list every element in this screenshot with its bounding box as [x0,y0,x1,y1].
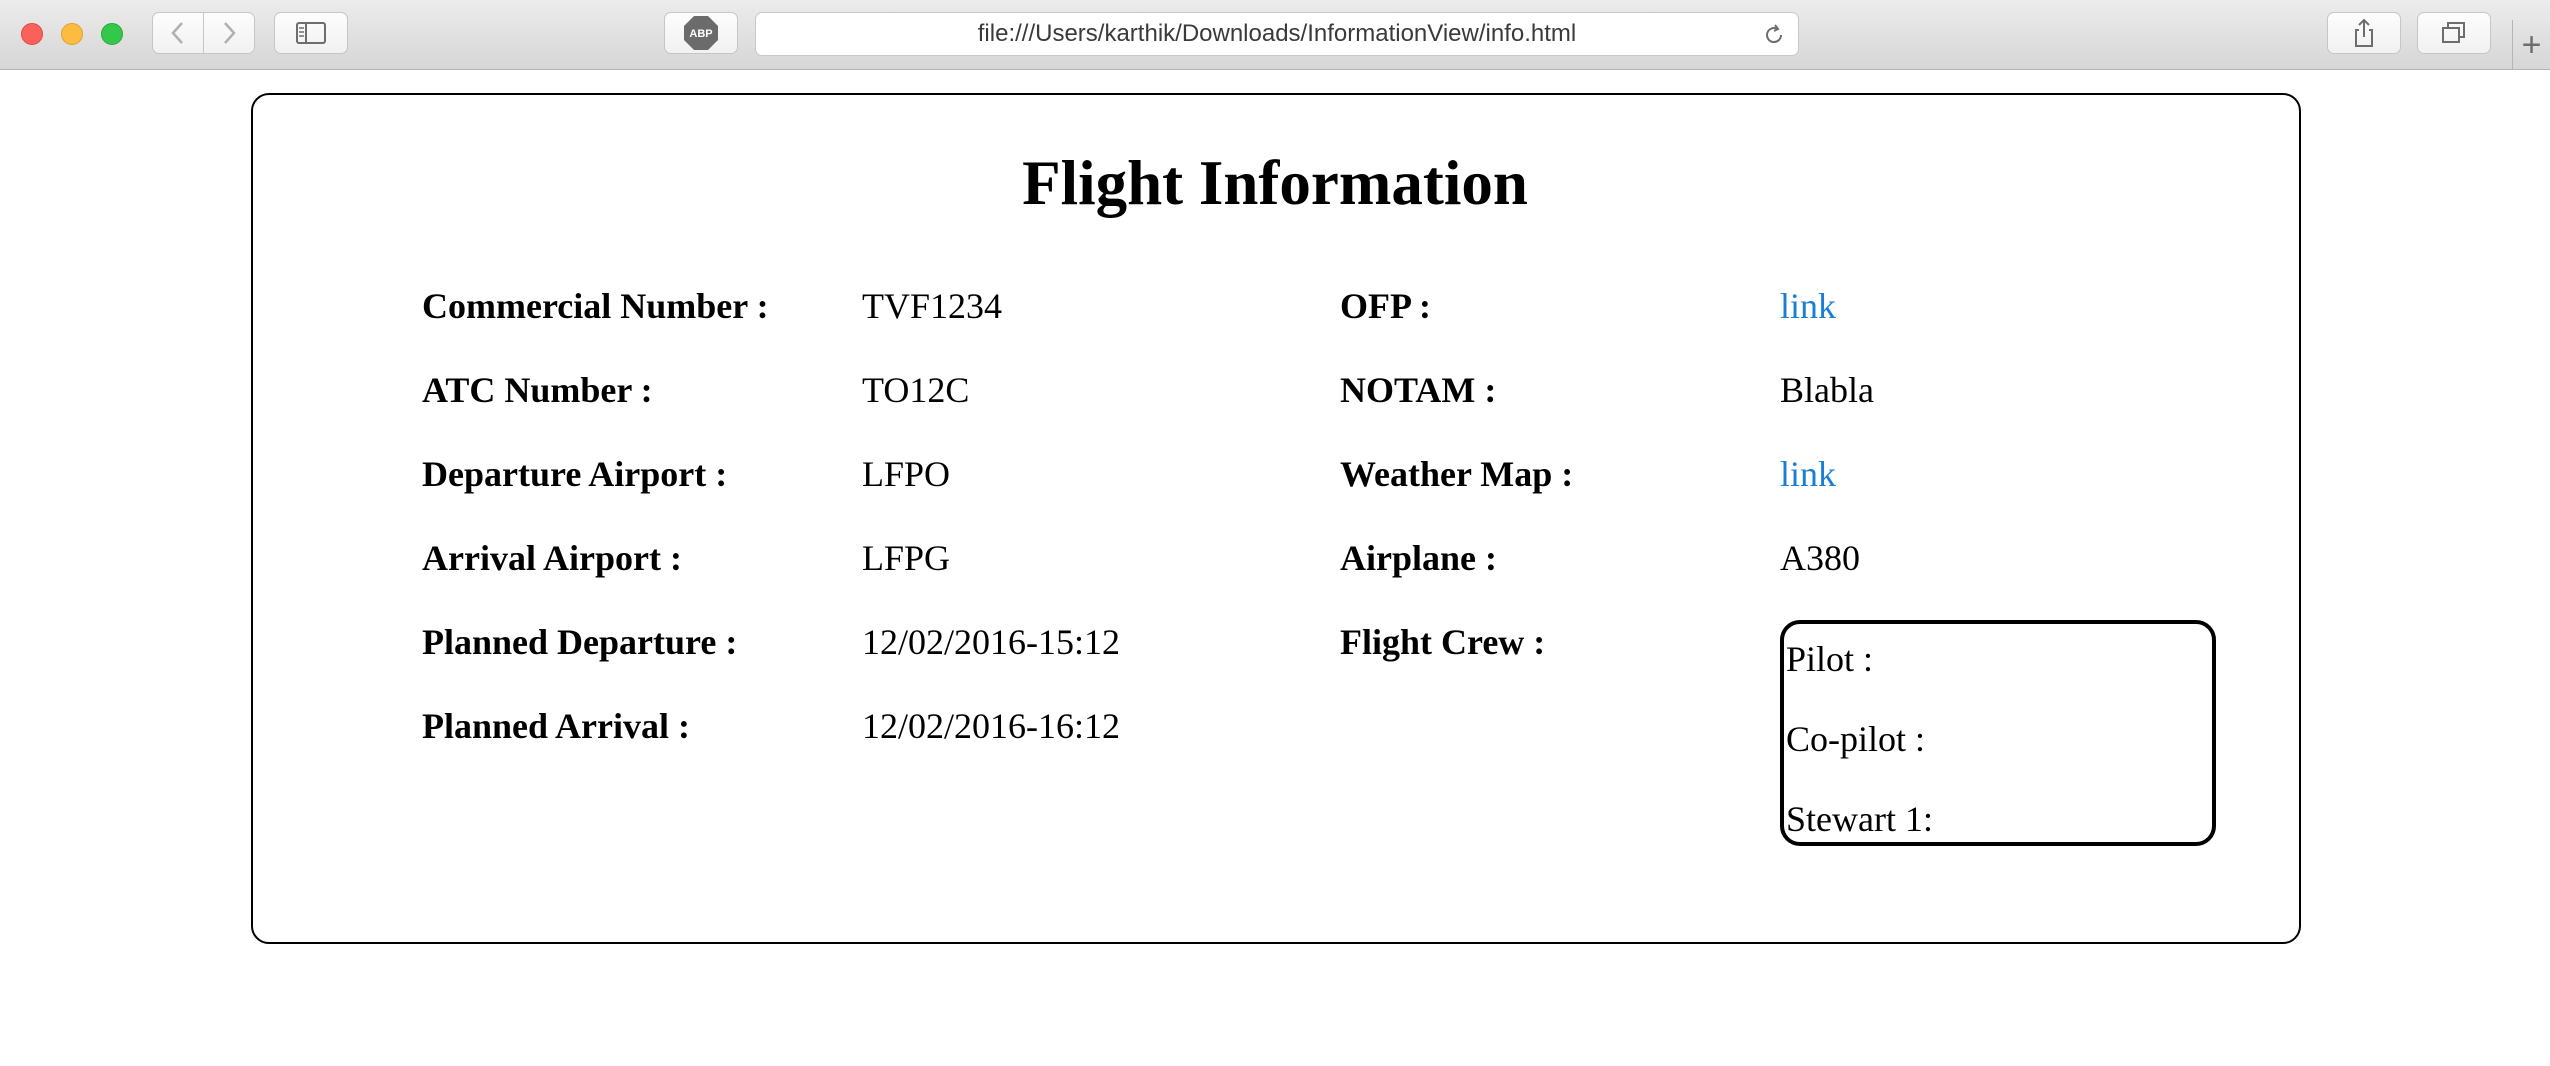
back-icon [171,22,183,44]
adblock-icon: ABP [684,16,718,50]
airplane-label: Airplane : [1340,538,1497,578]
crew-copilot: Co-pilot : [1786,719,1926,759]
crew-stewart-1: Stewart 1: [1786,799,1933,839]
atc-number-label: ATC Number : [422,370,653,410]
show-tabs-button[interactable] [2417,12,2491,54]
new-tab-button[interactable]: + [2512,20,2550,70]
window-close-button[interactable] [21,23,43,45]
url-text: file:///Users/karthik/Downloads/Informat… [977,20,1577,47]
flight-crew-label: Flight Crew : [1340,622,1546,662]
adblock-button[interactable]: ABP [664,12,738,54]
atc-number-value: TO12C [862,370,970,410]
svg-text:ABP: ABP [689,28,712,40]
notam-value: Blabla [1780,370,1874,410]
ofp-link[interactable]: link [1780,283,1836,329]
arrival-airport-value: LFPG [862,538,951,578]
sidebar-icon [296,22,326,44]
back-button[interactable] [152,12,204,54]
ofp-label: OFP : [1340,286,1431,326]
planned-arrival-label: Planned Arrival : [422,706,690,746]
share-button[interactable] [2327,12,2401,54]
share-icon [2355,18,2373,47]
forward-icon [224,22,236,44]
notam-label: NOTAM : [1340,370,1497,410]
airplane-value: A380 [1780,538,1860,578]
address-bar[interactable]: file:///Users/karthik/Downloads/Informat… [755,12,1799,56]
departure-airport-label: Departure Airport : [422,454,728,494]
weather-map-link[interactable]: link [1780,451,1836,497]
sidebar-toggle-button[interactable] [274,12,348,54]
reload-icon[interactable] [1762,23,1786,47]
arrival-airport-label: Arrival Airport : [422,538,682,578]
crew-pilot: Pilot : [1786,639,1874,679]
weather-map-label: Weather Map : [1340,454,1574,494]
planned-departure-label: Planned Departure : [422,622,738,662]
window-minimize-button[interactable] [61,23,83,45]
page-title: Flight Information [1022,148,1528,218]
flight-crew-box: Pilot : Co-pilot : Stewart 1: [1780,620,2216,846]
browser-toolbar: ABP file:///Users/karthik/Downloads/Info… [0,0,2550,70]
planned-arrival-value: 12/02/2016-16:12 [862,706,1120,746]
planned-departure-value: 12/02/2016-15:12 [862,622,1120,662]
departure-airport-value: LFPO [862,454,951,494]
window-maximize-button[interactable] [101,23,123,45]
tabs-icon [2442,22,2465,43]
commercial-number-label: Commercial Number : [422,286,769,326]
forward-button[interactable] [203,12,255,54]
plus-icon: + [2521,26,2542,64]
commercial-number-value: TVF1234 [862,286,1003,326]
